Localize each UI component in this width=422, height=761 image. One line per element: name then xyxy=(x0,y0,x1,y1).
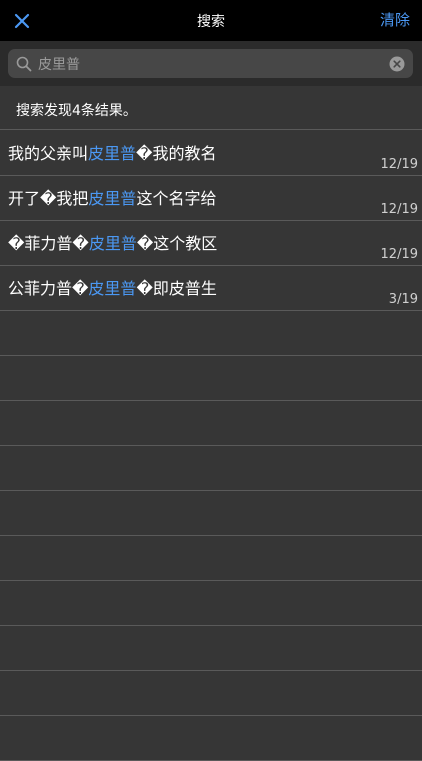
empty-row xyxy=(0,446,422,491)
result-text-highlight: 皮里普 xyxy=(88,144,137,163)
empty-row xyxy=(0,716,422,761)
results-list: 我的父亲叫皮里普�我的教名 12/19 开了�我把皮里普这个名字给 12/19 … xyxy=(0,131,422,761)
result-text-after: �这个教区 xyxy=(136,234,218,253)
result-text-highlight: 皮里普 xyxy=(88,234,137,253)
result-text: �菲力普�皮里普�这个教区 xyxy=(8,230,217,254)
result-location: 3/19 xyxy=(388,292,418,307)
result-text: 我的父亲叫皮里普�我的教名 xyxy=(8,140,216,164)
result-text-highlight: 皮里普 xyxy=(88,279,137,298)
result-text-after: 这个名字给 xyxy=(136,189,217,208)
search-box[interactable] xyxy=(8,49,413,78)
clear-circle-icon[interactable] xyxy=(389,56,405,72)
list-item[interactable]: 我的父亲叫皮里普�我的教名 12/19 xyxy=(0,131,422,176)
list-item[interactable]: 开了�我把皮里普这个名字给 12/19 xyxy=(0,176,422,221)
search-input[interactable] xyxy=(38,49,388,78)
result-text-before: �菲力普� xyxy=(8,234,89,253)
result-location: 12/19 xyxy=(380,157,418,172)
empty-row xyxy=(0,626,422,671)
empty-row xyxy=(0,311,422,356)
empty-row xyxy=(0,581,422,626)
search-area xyxy=(0,41,422,86)
navigation-bar: 搜索 清除 xyxy=(0,0,422,41)
result-location: 12/19 xyxy=(380,202,418,217)
result-location: 12/19 xyxy=(380,247,418,262)
search-icon xyxy=(16,56,32,72)
result-text-highlight: 皮里普 xyxy=(88,189,137,208)
page-title: 搜索 xyxy=(197,14,225,30)
empty-row xyxy=(0,671,422,716)
list-item[interactable]: 公菲力普�皮里普�即皮普生 3/19 xyxy=(0,266,422,311)
result-text: 开了�我把皮里普这个名字给 xyxy=(8,185,216,209)
empty-row xyxy=(0,536,422,581)
result-text-before: 公菲力普� xyxy=(8,279,89,298)
empty-row xyxy=(0,491,422,536)
result-text: 公菲力普�皮里普�即皮普生 xyxy=(8,275,217,299)
results-count-text: 搜索发现4条结果。 xyxy=(16,103,137,119)
list-item[interactable]: �菲力普�皮里普�这个教区 12/19 xyxy=(0,221,422,266)
result-text-before: 我的父亲叫 xyxy=(8,144,89,163)
empty-row xyxy=(0,401,422,446)
results-summary: 搜索发现4条结果。 xyxy=(0,86,422,130)
result-text-after: �我的教名 xyxy=(136,144,217,163)
result-text-before: 开了�我把 xyxy=(8,189,89,208)
clear-button[interactable]: 清除 xyxy=(380,9,410,30)
result-text-after: �即皮普生 xyxy=(136,279,217,298)
empty-row xyxy=(0,356,422,401)
